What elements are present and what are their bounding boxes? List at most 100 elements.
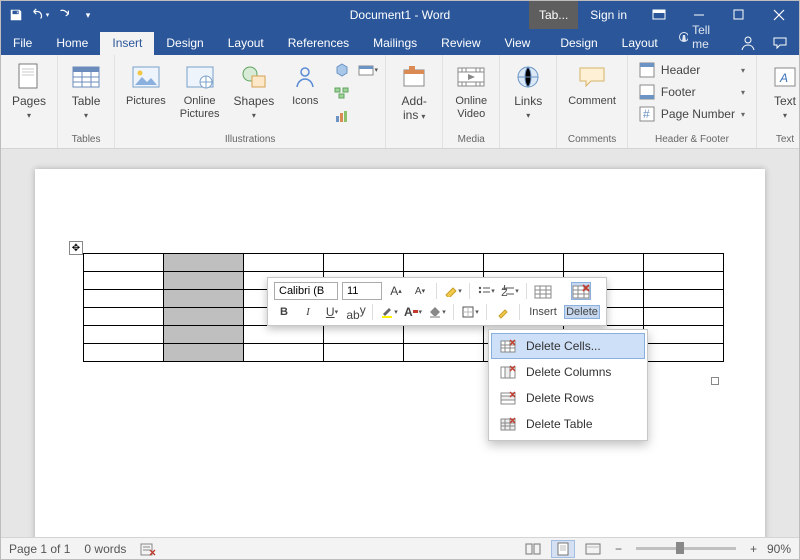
close-button[interactable] <box>759 1 799 29</box>
tab-review[interactable]: Review <box>429 32 492 55</box>
svg-text:2: 2 <box>501 285 508 297</box>
zoom-out-button[interactable]: − <box>611 542 626 556</box>
tell-me-label: Tell me <box>692 23 725 51</box>
grow-font-button[interactable]: A▴ <box>386 282 406 300</box>
save-icon[interactable] <box>5 3 27 27</box>
mini-toolbar: A▴ A▾ ▾ ▾ 12▾ B I U▾ aby ▾ A▾ ▾ ▾ I <box>267 277 607 326</box>
page-number-button[interactable]: #Page Number▾ <box>634 103 750 125</box>
header-button[interactable]: Header▾ <box>634 59 750 81</box>
group-pages: Pages▾ <box>1 55 58 148</box>
mini-font-color-button[interactable]: A▾ <box>403 303 423 321</box>
print-layout-button[interactable] <box>551 540 575 558</box>
group-label: Text <box>776 133 794 147</box>
zoom-level[interactable]: 90% <box>767 542 791 556</box>
tab-context-design[interactable]: Design <box>548 32 609 55</box>
comment-button[interactable]: Comment <box>563 58 621 111</box>
mini-italic-button[interactable]: I <box>298 303 318 321</box>
group-tables: Table▾ Tables <box>58 55 115 148</box>
zoom-slider[interactable] <box>636 547 736 550</box>
group-label: Illustrations <box>225 133 276 147</box>
mini-shading-button[interactable]: ▾ <box>427 303 447 321</box>
tell-me[interactable]: Tell me <box>670 19 733 55</box>
text-button[interactable]: A Text▾ <box>763 58 800 124</box>
tab-insert[interactable]: Insert <box>100 32 154 55</box>
chart-button[interactable] <box>331 106 353 126</box>
mini-styles-button[interactable]: ▾ <box>443 282 463 300</box>
models-button[interactable] <box>331 60 353 80</box>
group-header-footer: Header▾ Footer▾ #Page Number▾ Header & F… <box>628 55 757 148</box>
tab-design[interactable]: Design <box>154 32 215 55</box>
group-label <box>413 133 416 147</box>
tab-layout[interactable]: Layout <box>216 32 276 55</box>
sign-in-button[interactable]: Sign in <box>578 8 639 22</box>
zoom-in-button[interactable]: + <box>746 542 761 556</box>
mini-format-painter-button[interactable] <box>493 303 513 321</box>
status-page[interactable]: Page 1 of 1 <box>9 542 70 556</box>
table-resize-handle[interactable] <box>711 377 719 385</box>
group-addins: Add- ins ▾ <box>386 55 443 148</box>
tab-file[interactable]: File <box>1 32 44 55</box>
tab-view[interactable]: View <box>493 32 543 55</box>
tab-mailings[interactable]: Mailings <box>361 32 429 55</box>
delete-cells-item[interactable]: Delete Cells... <box>491 333 645 359</box>
group-links: Links▾ <box>500 55 557 148</box>
read-mode-button[interactable] <box>521 540 545 558</box>
pictures-button[interactable]: Pictures <box>121 58 171 111</box>
font-name-input[interactable] <box>274 282 338 300</box>
icons-button[interactable]: Icons <box>283 58 327 111</box>
online-pictures-button[interactable]: Online Pictures <box>175 58 225 123</box>
delete-columns-item[interactable]: Delete Columns <box>491 359 645 385</box>
pages-button[interactable]: Pages▾ <box>7 58 51 124</box>
page[interactable]: ✥ <box>35 169 765 539</box>
svg-text:A: A <box>779 71 788 85</box>
group-label <box>527 133 530 147</box>
shapes-button[interactable]: Shapes▾ <box>229 58 280 124</box>
mini-delete-label[interactable]: Delete <box>564 305 600 319</box>
tab-home[interactable]: Home <box>44 32 100 55</box>
svg-text:#: # <box>643 107 650 121</box>
tab-context-layout[interactable]: Layout <box>610 32 670 55</box>
group-label <box>28 133 31 147</box>
group-label: Comments <box>568 133 616 147</box>
group-media: Online Video Media <box>443 55 500 148</box>
shrink-font-button[interactable]: A▾ <box>410 282 430 300</box>
mini-ruby-button[interactable]: aby <box>346 303 366 321</box>
smartart-button[interactable] <box>331 83 353 103</box>
mini-insert-label[interactable]: Insert <box>526 306 560 318</box>
mini-underline-button[interactable]: U▾ <box>322 303 342 321</box>
mini-highlight-button[interactable]: ▾ <box>379 303 399 321</box>
account-icon[interactable] <box>733 31 763 55</box>
status-words[interactable]: 0 words <box>84 542 126 556</box>
delete-rows-item[interactable]: Delete Rows <box>491 385 645 411</box>
footer-button[interactable]: Footer▾ <box>634 81 750 103</box>
mini-bold-button[interactable]: B <box>274 303 294 321</box>
redo-icon[interactable] <box>53 3 75 27</box>
group-label: Tables <box>72 133 101 147</box>
mini-delete-icon[interactable] <box>571 282 591 300</box>
font-size-input[interactable] <box>342 282 382 300</box>
mini-borders-button[interactable]: ▾ <box>460 303 480 321</box>
group-illustrations: Pictures Online Pictures Shapes▾ Icons ▾ <box>115 55 386 148</box>
tab-references[interactable]: References <box>276 32 361 55</box>
group-text: A Text▾ Text <box>757 55 800 148</box>
mini-insert-icon[interactable] <box>533 282 553 300</box>
delete-table-item[interactable]: Delete Table <box>491 411 645 437</box>
links-button[interactable]: Links▾ <box>506 58 550 124</box>
group-label: Header & Footer <box>655 133 729 147</box>
mini-numbering-button[interactable]: 12▾ <box>500 282 520 300</box>
online-video-button[interactable]: Online Video <box>449 58 493 123</box>
screenshot-button[interactable]: ▾ <box>357 60 379 80</box>
proofing-icon[interactable] <box>140 542 156 556</box>
web-layout-button[interactable] <box>581 540 605 558</box>
undo-icon[interactable]: ▾ <box>29 3 51 27</box>
group-comments: Comment Comments <box>557 55 628 148</box>
table-button[interactable]: Table▾ <box>64 58 108 124</box>
delete-dropdown: Delete Cells... Delete Columns Delete Ro… <box>488 329 648 441</box>
table-move-handle[interactable]: ✥ <box>69 241 83 255</box>
group-label: Media <box>458 133 485 147</box>
addins-button[interactable]: Add- ins ▾ <box>392 58 436 126</box>
qat-customize-icon[interactable]: ▾ <box>77 3 99 27</box>
table-tools-label: Tab... <box>529 1 578 29</box>
mini-bullets-button[interactable]: ▾ <box>476 282 496 300</box>
comments-pane-icon[interactable] <box>765 31 795 55</box>
